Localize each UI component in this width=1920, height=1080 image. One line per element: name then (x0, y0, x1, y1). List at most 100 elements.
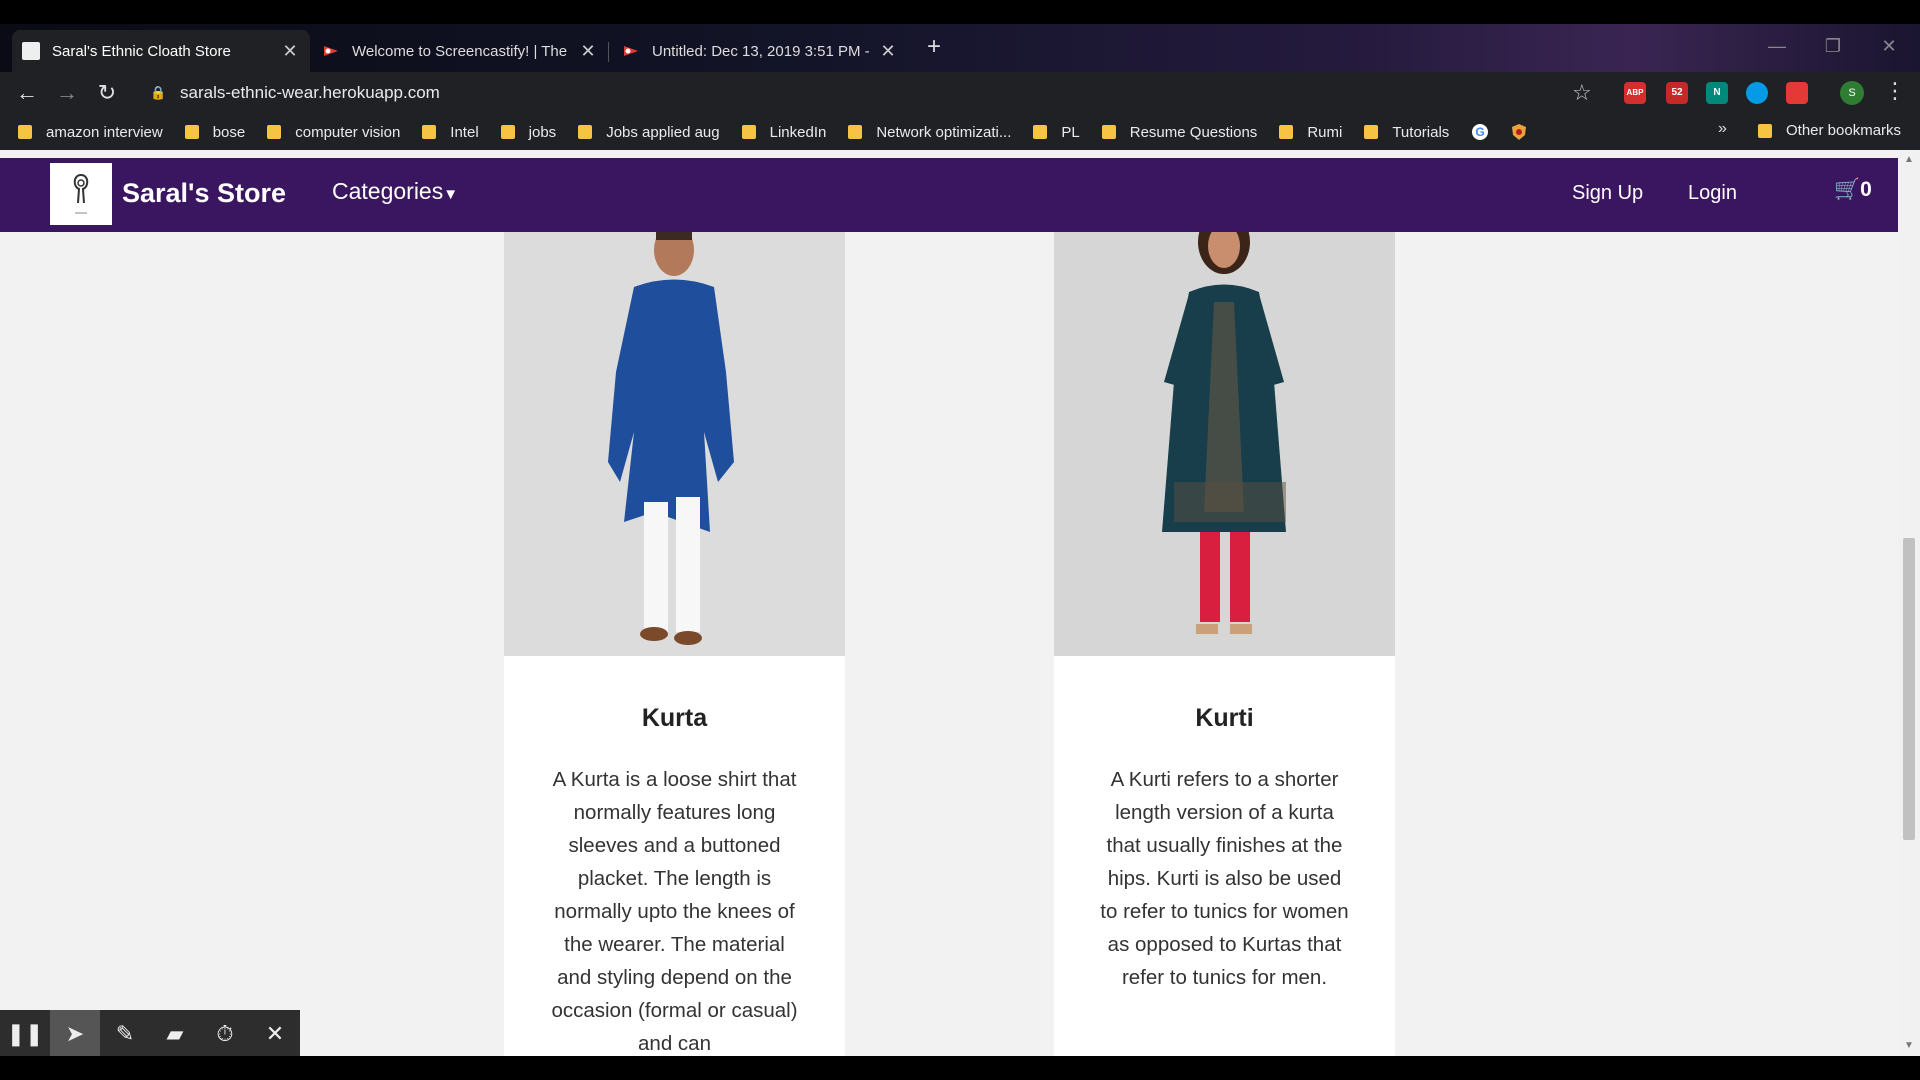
page-scrollbar[interactable]: ▲ ▼ (1898, 150, 1920, 1056)
bookmark-folder[interactable]: Resume Questions (1101, 124, 1257, 141)
close-tab-icon[interactable]: ✕ (578, 41, 598, 62)
bookmark-folder[interactable]: LinkedIn (741, 124, 826, 141)
folder-icon (741, 125, 756, 139)
screencastify-icon (622, 42, 640, 60)
folder-icon (1033, 125, 1048, 139)
cart-button[interactable]: 🛒0 (1834, 178, 1872, 202)
folder-icon (18, 125, 32, 139)
store-logo[interactable] (50, 163, 112, 225)
close-icon[interactable]: ✕ (250, 1010, 300, 1058)
categories-dropdown[interactable]: Categories▼ (332, 178, 458, 205)
browser-menu-icon[interactable]: ⋮ (1884, 78, 1906, 104)
folder-icon (1279, 125, 1294, 139)
screencastify-extension-icon[interactable] (1786, 82, 1808, 104)
scrollbar-thumb[interactable] (1903, 538, 1915, 840)
svg-text:G: G (1476, 125, 1485, 139)
folder-icon (1758, 123, 1772, 138)
pause-icon[interactable]: ❚❚ (0, 1010, 50, 1058)
product-name: Kurta (641, 704, 708, 732)
bookmark-folder[interactable]: jobs (500, 124, 556, 141)
tab-screencastify-welcome[interactable]: Welcome to Screencastify! | The ✕ (312, 30, 608, 72)
bookmark-star-icon[interactable]: ☆ (1572, 80, 1592, 106)
google-icon: G (1472, 124, 1489, 140)
sign-up-link[interactable]: Sign Up (1572, 182, 1643, 205)
browser-toolbar: ← → ↻ 🔒 sarals-ethnic-wear.herokuapp.com… (0, 72, 1920, 114)
folder-icon (578, 125, 593, 139)
tab-title: Untitled: Dec 13, 2019 3:51 PM - (652, 42, 870, 60)
site-navbar: Saral's Store Categories▼ Sign Up Login … (0, 158, 1898, 232)
extension-bookmark[interactable] (1511, 123, 1527, 141)
shield-icon (1512, 124, 1527, 140)
bookmark-folder[interactable]: amazon interview (18, 124, 163, 141)
lock-icon: 🔒 (150, 85, 167, 100)
caret-down-icon: ▼ (443, 186, 459, 203)
bookmark-folder[interactable]: Jobs applied aug (578, 124, 720, 141)
tab-untitled-recording[interactable]: Untitled: Dec 13, 2019 3:51 PM - ✕ (612, 30, 908, 72)
cart-icon: 🛒 (1834, 178, 1861, 201)
folder-icon (184, 125, 199, 139)
page-viewport: Kurta A Kurta is a loose shirt that norm… (0, 150, 1920, 1056)
bookmark-folder[interactable]: Rumi (1279, 124, 1342, 141)
forward-arrow-icon[interactable]: → (52, 78, 82, 108)
folder-icon (500, 125, 515, 139)
timer-icon[interactable]: ⏱ (200, 1010, 250, 1058)
screencastify-toolbar: ❚❚ ➤ ✎ ▰ ⏱ ✕ (0, 1010, 300, 1058)
categories-label: Categories (332, 178, 444, 204)
bookmark-folder[interactable]: Intel (422, 124, 479, 141)
mail-extension-icon[interactable]: 52 (1666, 82, 1688, 104)
product-card[interactable]: Kurti A Kurti refers to a shorter length… (1054, 232, 1395, 1056)
more-bookmarks-button[interactable]: » (1718, 120, 1727, 138)
new-tab-button[interactable]: + (920, 34, 948, 62)
browser-tab-bar: Saral's Ethnic Cloath Store ✕ Welcome to… (0, 24, 1920, 72)
scroll-down-arrow-icon[interactable]: ▼ (1903, 1040, 1915, 1051)
bookmark-folder[interactable]: PL (1033, 124, 1080, 141)
folder-icon (1364, 125, 1379, 139)
close-window-button[interactable]: ✕ (1864, 28, 1914, 64)
product-image (1054, 232, 1395, 656)
eraser-icon[interactable]: ▰ (150, 1010, 200, 1058)
profile-avatar[interactable]: S (1840, 81, 1864, 105)
pen-icon[interactable]: ✎ (100, 1010, 150, 1058)
tab-separator (608, 42, 609, 62)
cart-count: 0 (1860, 178, 1872, 201)
tab-title: Saral's Ethnic Cloath Store (52, 42, 231, 60)
product-description: A Kurta is a loose shirt that normally f… (551, 768, 798, 1055)
url-text: sarals-ethnic-wear.herokuapp.com (180, 83, 440, 102)
n-extension-icon[interactable]: N (1706, 82, 1728, 104)
blue-extension-icon[interactable] (1746, 82, 1768, 104)
folder-icon (1101, 125, 1116, 139)
adblock-extension-icon[interactable]: ABP (1624, 82, 1646, 104)
minimize-button[interactable]: — (1752, 28, 1802, 64)
close-tab-icon[interactable]: ✕ (878, 41, 898, 62)
bookmark-folder[interactable]: bose (184, 124, 245, 141)
tab-sarals-store[interactable]: Saral's Ethnic Cloath Store ✕ (12, 30, 310, 72)
other-bookmarks[interactable]: Other bookmarks (1758, 122, 1901, 139)
reload-icon[interactable]: ↻ (92, 78, 122, 108)
login-link[interactable]: Login (1688, 182, 1737, 205)
google-bookmark[interactable]: G (1471, 123, 1489, 141)
close-tab-icon[interactable]: ✕ (280, 41, 300, 62)
folder-icon (848, 125, 863, 139)
bookmark-folder[interactable]: Network optimizati... (848, 124, 1011, 141)
bookmark-folder[interactable]: computer vision (267, 124, 400, 141)
cursor-icon[interactable]: ➤ (50, 1010, 100, 1058)
bookmarks-bar: amazon interview bose computer vision In… (0, 114, 1920, 150)
product-image (504, 232, 845, 656)
product-description: A Kurti refers to a shorter length versi… (1100, 768, 1349, 989)
address-bar[interactable]: 🔒 sarals-ethnic-wear.herokuapp.com (140, 76, 1580, 110)
scroll-up-arrow-icon[interactable]: ▲ (1903, 154, 1915, 165)
page-favicon-icon (22, 42, 40, 60)
screen-bottom-border (0, 1056, 1920, 1080)
folder-icon (422, 125, 437, 139)
store-brand-name[interactable]: Saral's Store (122, 178, 286, 209)
product-name: Kurti (1195, 704, 1254, 732)
restore-button[interactable]: ❐ (1808, 28, 1858, 64)
bookmark-folder[interactable]: Tutorials (1364, 124, 1449, 141)
screencastify-icon (322, 42, 340, 60)
product-card[interactable]: Kurta A Kurta is a loose shirt that norm… (504, 232, 845, 1056)
logo-mark-icon (73, 174, 89, 214)
back-arrow-icon[interactable]: ← (12, 78, 42, 108)
screen-top-border (0, 0, 1920, 24)
tab-title: Welcome to Screencastify! | The (352, 42, 568, 60)
folder-icon (267, 125, 282, 139)
